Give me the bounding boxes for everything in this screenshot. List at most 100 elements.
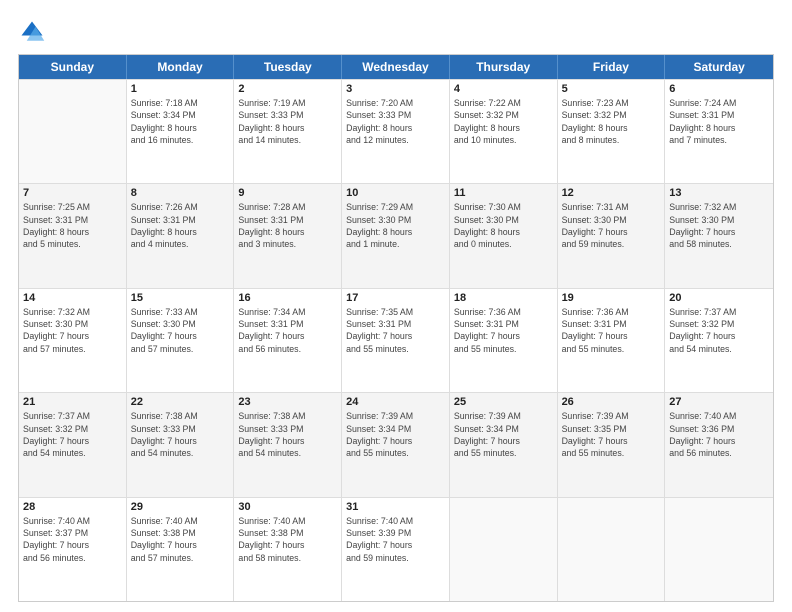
page: SundayMondayTuesdayWednesdayThursdayFrid…	[0, 0, 792, 612]
calendar-row: 21Sunrise: 7:37 AM Sunset: 3:32 PM Dayli…	[19, 392, 773, 496]
cell-info: Sunrise: 7:18 AM Sunset: 3:34 PM Dayligh…	[131, 97, 230, 146]
cell-day-number: 17	[346, 292, 445, 304]
cell-info: Sunrise: 7:40 AM Sunset: 3:39 PM Dayligh…	[346, 515, 445, 564]
cell-info: Sunrise: 7:20 AM Sunset: 3:33 PM Dayligh…	[346, 97, 445, 146]
cell-info: Sunrise: 7:39 AM Sunset: 3:34 PM Dayligh…	[454, 410, 553, 459]
calendar-cell: 27 Sunrise: 7:40 AM Sunset: 3:36 PM Dayli…	[665, 393, 773, 496]
calendar-row: 28Sunrise: 7:40 AM Sunset: 3:37 PM Dayli…	[19, 497, 773, 601]
cell-info: Sunrise: 7:28 AM Sunset: 3:31 PM Dayligh…	[238, 201, 337, 250]
calendar: SundayMondayTuesdayWednesdayThursdayFrid…	[18, 54, 774, 602]
calendar-cell: 6 Sunrise: 7:24 AM Sunset: 3:31 PM Daylig…	[665, 80, 773, 183]
logo-icon	[18, 18, 46, 46]
calendar-cell: 1 Sunrise: 7:18 AM Sunset: 3:34 PM Daylig…	[127, 80, 235, 183]
cell-info: Sunrise: 7:34 AM Sunset: 3:31 PM Dayligh…	[238, 306, 337, 355]
calendar-cell: 10 Sunrise: 7:29 AM Sunset: 3:30 PM Dayli…	[342, 184, 450, 287]
cell-day-number: 22	[131, 396, 230, 408]
cell-day-number: 12	[562, 187, 661, 199]
cell-info: Sunrise: 7:40 AM Sunset: 3:37 PM Dayligh…	[23, 515, 122, 564]
cell-day-number: 1	[131, 83, 230, 95]
cell-info: Sunrise: 7:38 AM Sunset: 3:33 PM Dayligh…	[131, 410, 230, 459]
cell-info: Sunrise: 7:35 AM Sunset: 3:31 PM Dayligh…	[346, 306, 445, 355]
calendar-row: 1 Sunrise: 7:18 AM Sunset: 3:34 PM Daylig…	[19, 79, 773, 183]
calendar-cell: 21Sunrise: 7:37 AM Sunset: 3:32 PM Dayli…	[19, 393, 127, 496]
cell-info: Sunrise: 7:32 AM Sunset: 3:30 PM Dayligh…	[23, 306, 122, 355]
cell-day-number: 5	[562, 83, 661, 95]
cell-day-number: 16	[238, 292, 337, 304]
calendar-cell	[665, 498, 773, 601]
calendar-cell: 23 Sunrise: 7:38 AM Sunset: 3:33 PM Dayli…	[234, 393, 342, 496]
cell-day-number: 11	[454, 187, 553, 199]
calendar-cell: 30Sunrise: 7:40 AM Sunset: 3:38 PM Dayli…	[234, 498, 342, 601]
cell-info: Sunrise: 7:31 AM Sunset: 3:30 PM Dayligh…	[562, 201, 661, 250]
cell-info: Sunrise: 7:39 AM Sunset: 3:34 PM Dayligh…	[346, 410, 445, 459]
cell-day-number: 25	[454, 396, 553, 408]
weekday-header: Thursday	[450, 55, 558, 79]
cell-info: Sunrise: 7:36 AM Sunset: 3:31 PM Dayligh…	[454, 306, 553, 355]
calendar-cell: 18 Sunrise: 7:36 AM Sunset: 3:31 PM Dayli…	[450, 289, 558, 392]
weekday-header: Sunday	[19, 55, 127, 79]
cell-info: Sunrise: 7:24 AM Sunset: 3:31 PM Dayligh…	[669, 97, 769, 146]
cell-info: Sunrise: 7:40 AM Sunset: 3:38 PM Dayligh…	[238, 515, 337, 564]
calendar-cell: 16 Sunrise: 7:34 AM Sunset: 3:31 PM Dayli…	[234, 289, 342, 392]
cell-info: Sunrise: 7:32 AM Sunset: 3:30 PM Dayligh…	[669, 201, 769, 250]
cell-info: Sunrise: 7:38 AM Sunset: 3:33 PM Dayligh…	[238, 410, 337, 459]
cell-info: Sunrise: 7:19 AM Sunset: 3:33 PM Dayligh…	[238, 97, 337, 146]
calendar-header: SundayMondayTuesdayWednesdayThursdayFrid…	[19, 55, 773, 79]
calendar-cell: 31Sunrise: 7:40 AM Sunset: 3:39 PM Dayli…	[342, 498, 450, 601]
calendar-cell	[19, 80, 127, 183]
weekday-header: Wednesday	[342, 55, 450, 79]
calendar-cell: 11 Sunrise: 7:30 AM Sunset: 3:30 PM Dayli…	[450, 184, 558, 287]
calendar-cell: 22 Sunrise: 7:38 AM Sunset: 3:33 PM Dayli…	[127, 393, 235, 496]
cell-day-number: 14	[23, 292, 122, 304]
calendar-body: 1 Sunrise: 7:18 AM Sunset: 3:34 PM Daylig…	[19, 79, 773, 601]
cell-day-number: 21	[23, 396, 122, 408]
logo	[18, 18, 50, 46]
calendar-cell: 28Sunrise: 7:40 AM Sunset: 3:37 PM Dayli…	[19, 498, 127, 601]
cell-info: Sunrise: 7:30 AM Sunset: 3:30 PM Dayligh…	[454, 201, 553, 250]
cell-info: Sunrise: 7:40 AM Sunset: 3:38 PM Dayligh…	[131, 515, 230, 564]
cell-day-number: 23	[238, 396, 337, 408]
cell-info: Sunrise: 7:25 AM Sunset: 3:31 PM Dayligh…	[23, 201, 122, 250]
cell-day-number: 20	[669, 292, 769, 304]
cell-day-number: 8	[131, 187, 230, 199]
calendar-cell: 15 Sunrise: 7:33 AM Sunset: 3:30 PM Dayli…	[127, 289, 235, 392]
calendar-cell: 4Sunrise: 7:22 AM Sunset: 3:32 PM Daylig…	[450, 80, 558, 183]
cell-day-number: 24	[346, 396, 445, 408]
calendar-cell: 26 Sunrise: 7:39 AM Sunset: 3:35 PM Dayli…	[558, 393, 666, 496]
cell-day-number: 6	[669, 83, 769, 95]
weekday-header: Saturday	[665, 55, 773, 79]
weekday-header: Monday	[127, 55, 235, 79]
calendar-cell: 29Sunrise: 7:40 AM Sunset: 3:38 PM Dayli…	[127, 498, 235, 601]
calendar-row: 14 Sunrise: 7:32 AM Sunset: 3:30 PM Dayli…	[19, 288, 773, 392]
header	[18, 18, 774, 46]
calendar-cell	[450, 498, 558, 601]
cell-day-number: 3	[346, 83, 445, 95]
calendar-cell: 25 Sunrise: 7:39 AM Sunset: 3:34 PM Dayli…	[450, 393, 558, 496]
cell-day-number: 27	[669, 396, 769, 408]
cell-info: Sunrise: 7:37 AM Sunset: 3:32 PM Dayligh…	[669, 306, 769, 355]
weekday-header: Friday	[558, 55, 666, 79]
calendar-cell: 24 Sunrise: 7:39 AM Sunset: 3:34 PM Dayli…	[342, 393, 450, 496]
cell-info: Sunrise: 7:39 AM Sunset: 3:35 PM Dayligh…	[562, 410, 661, 459]
calendar-cell: 7Sunrise: 7:25 AM Sunset: 3:31 PM Daylig…	[19, 184, 127, 287]
cell-info: Sunrise: 7:23 AM Sunset: 3:32 PM Dayligh…	[562, 97, 661, 146]
cell-info: Sunrise: 7:36 AM Sunset: 3:31 PM Dayligh…	[562, 306, 661, 355]
cell-day-number: 13	[669, 187, 769, 199]
calendar-cell: 3 Sunrise: 7:20 AM Sunset: 3:33 PM Daylig…	[342, 80, 450, 183]
calendar-row: 7Sunrise: 7:25 AM Sunset: 3:31 PM Daylig…	[19, 183, 773, 287]
cell-day-number: 26	[562, 396, 661, 408]
calendar-cell: 2Sunrise: 7:19 AM Sunset: 3:33 PM Daylig…	[234, 80, 342, 183]
calendar-cell: 12 Sunrise: 7:31 AM Sunset: 3:30 PM Dayli…	[558, 184, 666, 287]
cell-info: Sunrise: 7:29 AM Sunset: 3:30 PM Dayligh…	[346, 201, 445, 250]
calendar-cell: 17 Sunrise: 7:35 AM Sunset: 3:31 PM Dayli…	[342, 289, 450, 392]
calendar-cell: 9Sunrise: 7:28 AM Sunset: 3:31 PM Daylig…	[234, 184, 342, 287]
cell-day-number: 10	[346, 187, 445, 199]
cell-day-number: 19	[562, 292, 661, 304]
calendar-cell: 8Sunrise: 7:26 AM Sunset: 3:31 PM Daylig…	[127, 184, 235, 287]
cell-day-number: 15	[131, 292, 230, 304]
cell-info: Sunrise: 7:40 AM Sunset: 3:36 PM Dayligh…	[669, 410, 769, 459]
calendar-cell	[558, 498, 666, 601]
cell-info: Sunrise: 7:33 AM Sunset: 3:30 PM Dayligh…	[131, 306, 230, 355]
cell-day-number: 4	[454, 83, 553, 95]
cell-day-number: 18	[454, 292, 553, 304]
